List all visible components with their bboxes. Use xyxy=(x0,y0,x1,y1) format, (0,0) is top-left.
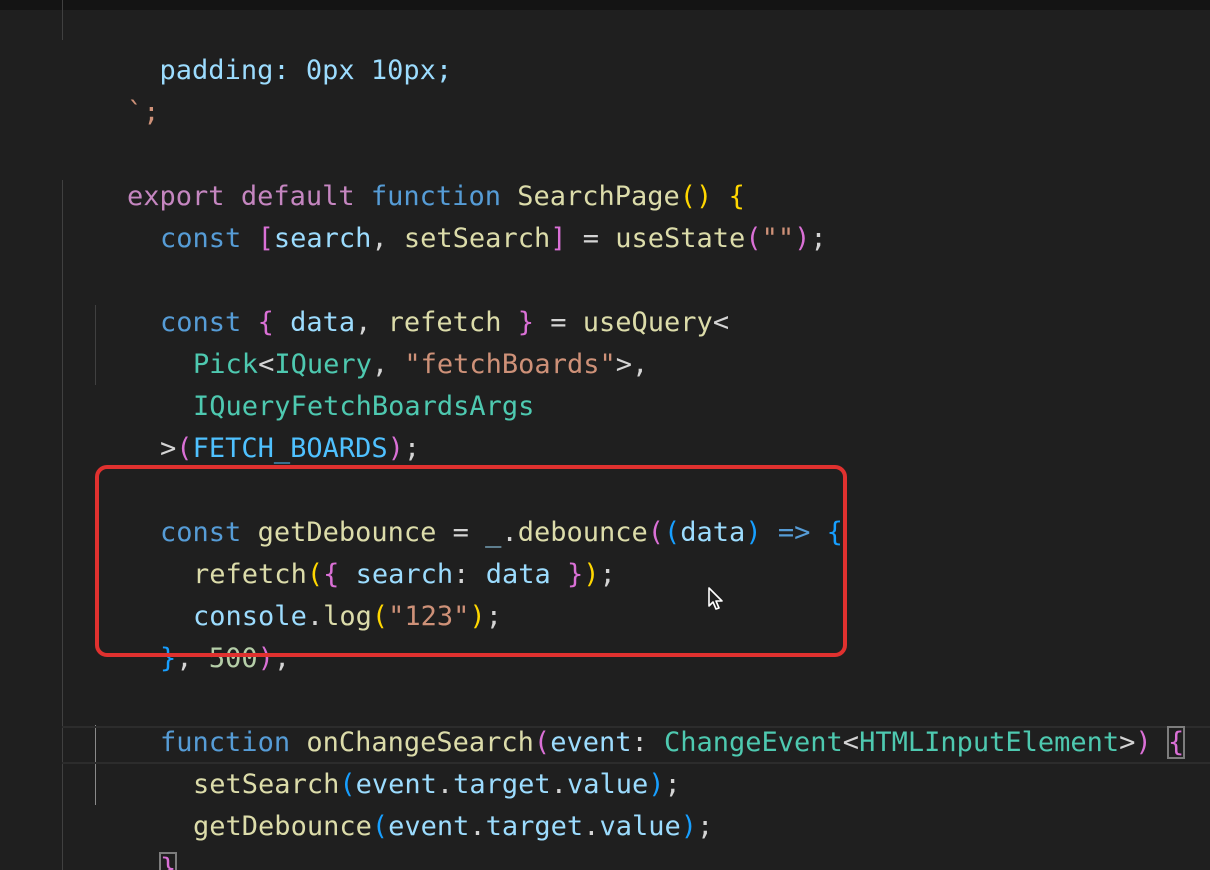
code-line: getDebounce(event.target.value); xyxy=(128,767,713,842)
bracket: ) xyxy=(387,433,404,464)
code-token: = xyxy=(566,223,616,254)
indent-guide xyxy=(62,180,63,870)
variable: target xyxy=(485,811,584,842)
code-line: const [search, setSearch] = useState("")… xyxy=(95,179,827,254)
code-line: padding: 0px 10px; xyxy=(62,11,453,86)
matched-bracket: { xyxy=(1166,726,1186,759)
code-token: < xyxy=(842,727,860,758)
code-token: >, xyxy=(615,349,649,380)
matched-bracket: } xyxy=(159,852,178,870)
variable: value xyxy=(599,811,681,842)
code-token: `; xyxy=(127,97,160,128)
code-line: const { data, refetch } = useQuery< xyxy=(95,263,729,338)
code-line: setSearch(event.target.value); xyxy=(128,725,681,800)
code-line: export default function SearchPage() { xyxy=(62,137,745,212)
bracket: [ xyxy=(257,223,274,254)
code-token: padding: 0px 10px; xyxy=(127,55,453,86)
code-token: > xyxy=(160,433,177,464)
variable: event xyxy=(388,811,470,842)
type-name: HTMLInputElement xyxy=(859,727,1120,758)
code-token: . xyxy=(583,811,600,842)
keyword-const: const xyxy=(160,223,242,254)
code-editor[interactable]: padding: 0px 10px; `; export default fun… xyxy=(0,0,1210,870)
code-line: >(FETCH_BOARDS); xyxy=(95,389,420,464)
bracket: ) xyxy=(794,223,811,254)
mouse-pointer-icon xyxy=(708,587,723,610)
code-line: IQueryFetchBoardsArgs xyxy=(128,347,534,422)
code-token: > xyxy=(1119,727,1136,758)
variable: search xyxy=(273,223,372,254)
bracket: ) xyxy=(1135,727,1152,758)
type-name: ChangeEvent xyxy=(663,727,843,758)
code-token: ; xyxy=(697,811,714,842)
editor-top-edge xyxy=(0,0,1210,10)
code-token: , xyxy=(371,223,404,254)
code-token: < xyxy=(712,307,730,338)
code-line: } xyxy=(95,809,178,870)
bracket: ( xyxy=(371,811,389,842)
bracket: ) xyxy=(680,811,698,842)
function-name: getDebounce xyxy=(193,811,372,842)
string-literal: "" xyxy=(761,223,795,254)
bracket: ( xyxy=(176,433,193,464)
highlight-annotation-box xyxy=(95,465,847,657)
code-line: `; xyxy=(62,53,160,128)
code-token: . xyxy=(469,811,486,842)
function-name: setSearch xyxy=(403,223,551,254)
code-line: function onChangeSearch(event: ChangeEve… xyxy=(95,683,1186,759)
bracket: ] xyxy=(550,223,567,254)
code-token: ; xyxy=(403,433,421,464)
constant: FETCH_BOARDS xyxy=(192,433,388,464)
bracket: ( xyxy=(745,223,762,254)
function-name: useState xyxy=(615,223,746,254)
code-line: Pick<IQuery, "fetchBoards">, xyxy=(128,305,648,380)
code-token: ; xyxy=(810,223,827,254)
